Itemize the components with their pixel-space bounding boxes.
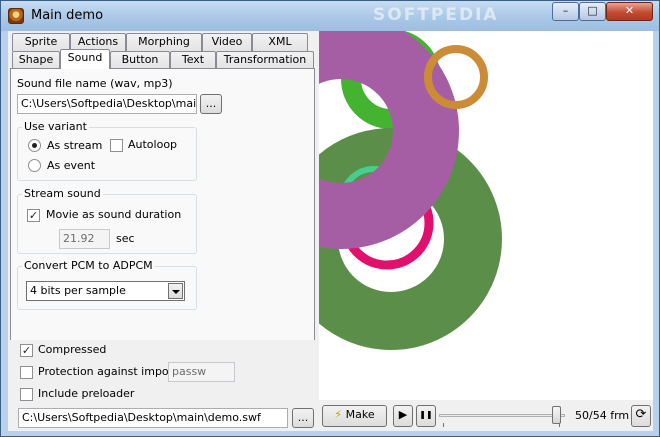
- settings-panel: Sprite Actions Morphing Video XML Shape …: [8, 31, 319, 431]
- playback-toolbar: ⚡ Make ▶ ❚❚ 50/54 frm ⟳: [319, 400, 653, 431]
- as-stream-label: As stream: [47, 139, 103, 152]
- movie-preview[interactable]: [319, 31, 653, 400]
- make-label: Make: [345, 408, 375, 421]
- compressed-checkbox[interactable]: ✓: [20, 344, 33, 357]
- stream-sound-group: Stream sound ✓ Movie as sound duration 2…: [17, 187, 197, 254]
- frame-slider-thumb[interactable]: [552, 406, 561, 424]
- adpcm-bits-select[interactable]: 4 bits per sample: [26, 281, 185, 301]
- app-icon[interactable]: [8, 8, 24, 24]
- as-event-label: As event: [47, 159, 96, 172]
- as-stream-radio[interactable]: [28, 139, 41, 152]
- softpedia-watermark: SOFTPEDIA: [373, 5, 499, 25]
- chevron-down-icon[interactable]: [168, 283, 183, 299]
- slider-tick: [443, 423, 444, 427]
- refresh-button[interactable]: ⟳: [631, 405, 651, 427]
- window-title: Main demo: [31, 8, 104, 23]
- minimize-button[interactable]: –: [552, 2, 579, 21]
- pause-icon: ❚❚: [419, 410, 433, 419]
- play-button[interactable]: ▶: [393, 405, 413, 427]
- adpcm-bits-value: 4 bits per sample: [30, 284, 126, 297]
- lightning-icon: ⚡: [334, 408, 343, 421]
- as-event-radio[interactable]: [28, 159, 41, 172]
- sound-file-label: Sound file name (wav, mp3): [17, 77, 173, 90]
- frame-slider-track[interactable]: [439, 414, 565, 417]
- convert-pcm-title: Convert PCM to ADPCM: [22, 259, 155, 272]
- preloader-checkbox[interactable]: [20, 388, 33, 401]
- app-window: Main demo SOFTPEDIA – □ ✕ Sprite Actions…: [0, 0, 660, 437]
- output-path-input[interactable]: C:\Users\Softpedia\Desktop\main\demo.swf: [18, 408, 288, 428]
- maximize-button[interactable]: □: [579, 2, 606, 21]
- close-button[interactable]: ✕: [606, 2, 653, 21]
- refresh-icon: ⟳: [635, 407, 647, 422]
- pause-button[interactable]: ❚❚: [416, 405, 436, 427]
- play-icon: ▶: [398, 408, 408, 421]
- use-variant-group: Use variant As stream Autoloop As event: [17, 120, 197, 181]
- sound-duration-input[interactable]: 21.92: [59, 229, 110, 249]
- frame-counter: 50/54 frm: [575, 409, 630, 422]
- use-variant-title: Use variant: [22, 120, 89, 133]
- slider-tick: [559, 423, 560, 427]
- movie-duration-checkbox[interactable]: ✓: [27, 209, 40, 222]
- tab-text[interactable]: Text: [170, 51, 216, 69]
- sound-file-input[interactable]: C:\Users\Softpedia\Desktop\main\st: [17, 94, 197, 114]
- protection-label: Protection against import: [38, 365, 178, 378]
- tab-sound[interactable]: Sound: [60, 49, 110, 69]
- make-button[interactable]: ⚡ Make: [322, 405, 387, 427]
- compressed-label: Compressed: [38, 343, 107, 356]
- tab-shape[interactable]: Shape: [12, 51, 60, 69]
- tab-button[interactable]: Button: [110, 51, 170, 69]
- seconds-unit-label: sec: [116, 232, 135, 245]
- output-browse-button[interactable]: ...: [292, 408, 314, 428]
- output-options: ✓ Compressed Protection against import p…: [8, 340, 319, 431]
- stream-sound-title: Stream sound: [22, 187, 103, 200]
- autoloop-label: Autoloop: [128, 138, 178, 151]
- tab-video[interactable]: Video: [202, 33, 252, 51]
- autoloop-checkbox[interactable]: [110, 139, 123, 152]
- title-bar[interactable]: Main demo SOFTPEDIA – □ ✕: [1, 1, 659, 31]
- movie-duration-label: Movie as sound duration: [46, 208, 182, 221]
- convert-pcm-group: Convert PCM to ADPCM 4 bits per sample: [17, 259, 197, 310]
- protection-checkbox[interactable]: [20, 366, 33, 379]
- preview-canvas: [319, 31, 502, 350]
- sound-browse-button[interactable]: ...: [200, 94, 222, 114]
- sound-tab-page: Sound file name (wav, mp3) C:\Users\Soft…: [10, 68, 315, 370]
- tab-xml[interactable]: XML: [252, 33, 308, 51]
- client-area: Sprite Actions Morphing Video XML Shape …: [8, 31, 653, 431]
- tab-transformation[interactable]: Transformation: [216, 51, 314, 69]
- password-input[interactable]: passw: [168, 362, 235, 382]
- preloader-label: Include preloader: [38, 387, 135, 400]
- tab-morphing[interactable]: Morphing: [126, 33, 202, 51]
